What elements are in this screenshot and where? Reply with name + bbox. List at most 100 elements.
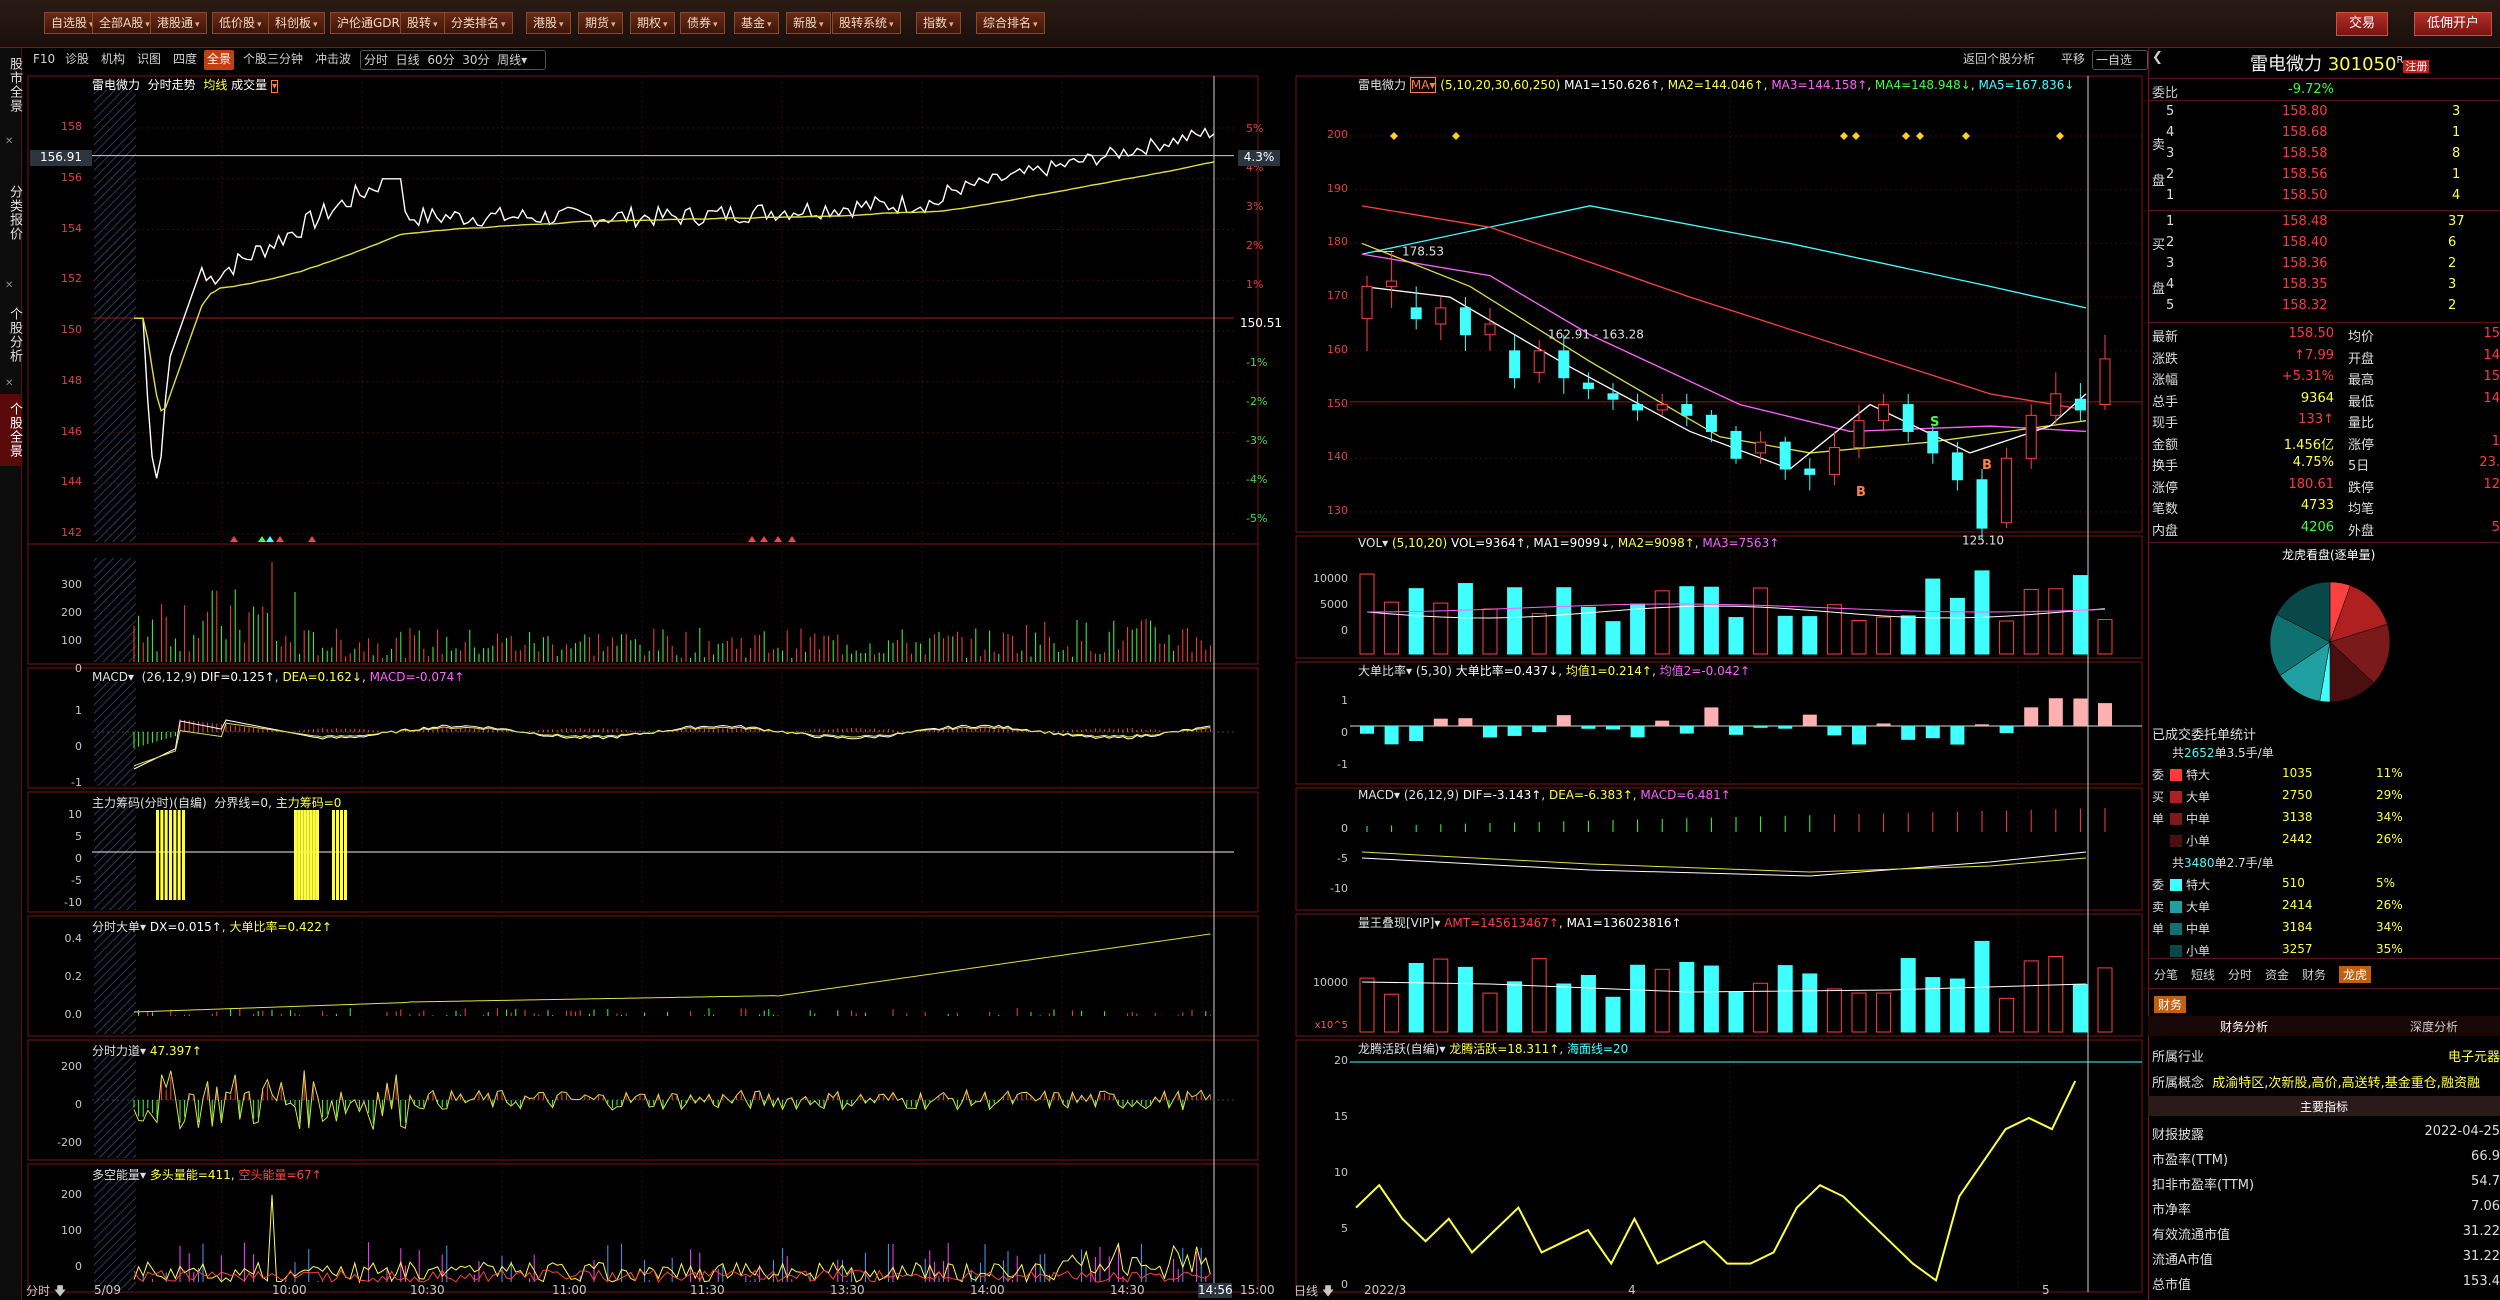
intraday-chart[interactable] — [22, 72, 1290, 1300]
quote-tab[interactable]: 分笔 — [2154, 966, 2178, 983]
bid-level: 3 — [2166, 256, 2175, 271]
order-pct: 35% — [2376, 942, 2403, 956]
chip-bar — [340, 810, 343, 900]
amount-bar — [1630, 964, 1646, 1033]
close-icon[interactable]: ✕ — [5, 136, 13, 147]
menu-item[interactable]: 期权 ▾ — [630, 12, 675, 34]
date-axis-label: 4 — [1628, 1283, 1636, 1297]
menu-item[interactable]: 新股 ▾ — [786, 12, 831, 34]
shock-wave-button[interactable]: 冲击波 — [312, 50, 354, 70]
chevron-down-icon[interactable]: ▾ — [767, 20, 772, 30]
chevron-down-icon[interactable]: ▾ — [195, 20, 200, 30]
ratio-bar — [1778, 726, 1793, 729]
menu-item[interactable]: 分类排名 ▾ — [444, 12, 513, 34]
pct-axis-label: 3% — [1246, 200, 1264, 213]
menu-item[interactable]: 指数 ▾ — [916, 12, 961, 34]
tab-finance[interactable]: 财务 — [2154, 996, 2187, 1013]
chevron-down-icon[interactable]: ▾ — [559, 20, 564, 30]
stat-row: 换手 4.75% 5日 23. — [2152, 455, 2500, 474]
ma-selector[interactable]: MA▾ — [1409, 77, 1437, 93]
bid-price: 158.40 — [2282, 235, 2328, 250]
three-minute-button[interactable]: 个股三分钟 — [240, 50, 306, 70]
time-axis-label: 14:00 — [970, 1283, 1005, 1297]
menu-item[interactable]: 港股通 ▾ — [150, 12, 207, 34]
chevron-down-icon[interactable]: ▾ — [433, 20, 438, 30]
volume-bar — [2023, 588, 2039, 655]
tab-deep-analysis[interactable]: 深度分析 — [2410, 1018, 2458, 1035]
quote-tab[interactable]: 财务 — [2302, 966, 2326, 983]
chevron-down-icon[interactable]: ▾ — [949, 20, 954, 30]
period-daily[interactable]: 日线 — [396, 53, 420, 67]
menu-item[interactable]: 债券 ▾ — [680, 12, 725, 34]
kline-price-axis-label: 190 — [1327, 181, 1348, 195]
chevron-down-icon[interactable]: ▾ — [313, 20, 318, 30]
menu-item[interactable]: 综合排名 ▾ — [976, 12, 1045, 34]
volume-axis-label: 200 — [61, 606, 82, 619]
stat-value: 4206 — [2300, 519, 2334, 535]
quote-tab[interactable]: 资金 — [2265, 966, 2289, 983]
menu-item[interactable]: 科创板 ▾ — [268, 12, 325, 34]
period-30min[interactable]: 30分 — [462, 53, 489, 67]
pct-axis-label: -4% — [1246, 473, 1268, 486]
menu-item[interactable]: 基金 ▾ — [734, 12, 779, 34]
close-icon[interactable]: ✕ — [5, 280, 13, 291]
chevron-down-icon[interactable]: ▾ — [889, 20, 894, 30]
amount-bar — [1507, 981, 1523, 1033]
tab-market-overview[interactable]: 股市全景 — [0, 50, 22, 120]
institution-button[interactable]: 机构 — [98, 50, 128, 70]
quote-tab[interactable]: 短线 — [2191, 966, 2215, 983]
amount-bar — [1384, 993, 1400, 1033]
dragon-axis-label: 15 — [1334, 1110, 1348, 1123]
chevron-down-icon[interactable]: ▾ — [819, 20, 824, 30]
chevron-down-icon[interactable]: ▾ — [257, 20, 262, 30]
volume-bar — [1949, 597, 1965, 655]
chevron-down-icon[interactable]: ▾ — [611, 20, 616, 30]
menu-item[interactable]: 全部A股 ▾ — [92, 12, 157, 34]
chevron-down-icon[interactable]: ▾ — [713, 20, 718, 30]
chevron-down-icon[interactable]: ▾ — [271, 80, 279, 93]
diagnose-button[interactable]: 诊股 — [62, 50, 92, 70]
tab-stock-analysis[interactable]: 个股分析 — [0, 296, 22, 374]
kline-price-axis-label: 160 — [1327, 342, 1348, 356]
menu-item[interactable]: 低价股 ▾ — [212, 12, 269, 34]
kline-chart[interactable]: 178.53 162.91 - 163.28 125.10 B B S — [1290, 72, 2148, 1300]
open-account-button[interactable]: 低佣开户 — [2414, 12, 2493, 36]
chevron-down-icon[interactable]: ▾ — [1033, 20, 1038, 30]
bottom-tab-daily[interactable]: 日线 🡇 — [1294, 1282, 1334, 1300]
close-icon[interactable]: ✕ — [5, 378, 13, 389]
pan-button[interactable]: 平移 — [2058, 50, 2088, 70]
back-to-analysis-button[interactable]: 返回个股分析 — [1960, 50, 2038, 70]
menu-item[interactable]: 股转系统 ▾ — [832, 12, 901, 34]
ask-volume: 3 — [2452, 104, 2461, 119]
panorama-button[interactable]: 全景 — [204, 50, 235, 70]
order-type: 特大 — [2186, 768, 2211, 782]
tab-stock-overview[interactable]: 个股全景 — [0, 394, 22, 466]
menu-item[interactable]: 港股 ▾ — [526, 12, 571, 34]
watchlist-select[interactable]: 一自选 — [2092, 50, 2148, 70]
quote-tab[interactable]: 分时 — [2228, 966, 2252, 983]
quote-tab[interactable]: 龙虎 — [2339, 966, 2372, 983]
back-chevron-icon[interactable]: ❮ — [2152, 50, 2163, 65]
buy-order-row: 单 中单 3138 34% — [2152, 810, 2492, 827]
chevron-down-icon[interactable]: ▾ — [501, 20, 506, 30]
menu-item[interactable]: 期货 ▾ — [578, 12, 623, 34]
four-degree-button[interactable]: 四度 — [170, 50, 200, 70]
chevron-down-icon[interactable]: ▾ — [521, 53, 527, 67]
candle-body — [1828, 447, 1840, 475]
pattern-button[interactable]: 识图 — [134, 50, 164, 70]
amount-bar — [1654, 968, 1670, 1033]
bid-side-label: 买 — [2152, 234, 2166, 253]
period-intraday[interactable]: 分时 — [364, 53, 388, 67]
f10-button[interactable]: F10 — [30, 50, 58, 70]
amount-bar — [1556, 983, 1572, 1033]
candle-body — [1484, 323, 1496, 336]
bottom-tab-intraday[interactable]: 分时 🡇 — [26, 1282, 66, 1300]
tab-fin-analysis[interactable]: 财务分析 — [2220, 1018, 2268, 1035]
period-weekly[interactable]: 周线 — [497, 53, 521, 67]
tab-category-quotes[interactable]: 分类报价 — [0, 152, 22, 274]
period-60min[interactable]: 60分 — [427, 53, 454, 67]
trade-button[interactable]: 交易 — [2336, 12, 2389, 36]
chevron-down-icon[interactable]: ▾ — [663, 20, 668, 30]
menu-item[interactable]: 股转 ▾ — [400, 12, 445, 34]
volume-bar — [1630, 603, 1646, 655]
